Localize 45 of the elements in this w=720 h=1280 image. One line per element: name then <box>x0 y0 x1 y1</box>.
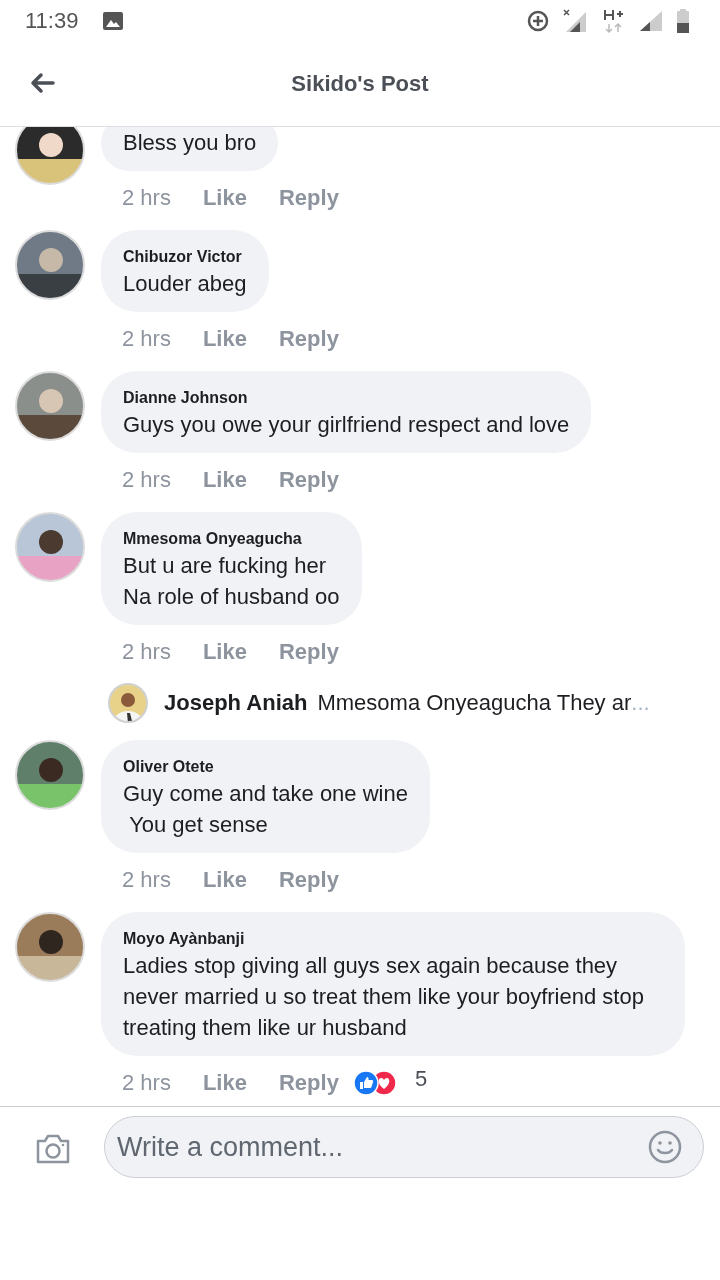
comment-time: 2 hrs <box>122 1070 171 1096</box>
reaction-icons[interactable] <box>352 1070 397 1096</box>
comment-text: Guys you owe your girlfriend respect and love <box>123 411 570 439</box>
data-saver-icon <box>526 9 550 33</box>
author-name[interactable]: Oliver Otete <box>123 756 408 778</box>
comment-time: 2 hrs <box>122 867 171 893</box>
comment-text: But u are fucking her Na role of husband oo <box>123 552 340 611</box>
back-arrow-icon[interactable] <box>29 72 55 94</box>
comment-time: 2 hrs <box>122 185 171 211</box>
like-link[interactable]: Like <box>202 1070 247 1096</box>
image-icon <box>102 11 125 31</box>
comment-text: Bless you bro <box>123 129 257 157</box>
author-name[interactable]: Dianne Johnson <box>123 387 570 409</box>
comment-text: Louder abeg <box>123 270 247 298</box>
author-name[interactable]: Chibuzor Victor <box>123 246 247 268</box>
like-link[interactable]: Like <box>202 639 247 665</box>
reaction-count: 5 <box>414 1066 428 1092</box>
comment-time: 2 hrs <box>122 467 171 493</box>
emoji-icon[interactable] <box>648 1130 682 1164</box>
reply-text[interactable]: Mmesoma Onyeagucha They ar <box>317 690 632 716</box>
comment-time: 2 hrs <box>122 326 171 352</box>
battery-icon <box>676 8 690 34</box>
reply-link[interactable]: Reply <box>278 185 339 211</box>
comment-text: Guy come and take one wine You get sense <box>123 780 408 839</box>
like-link[interactable]: Like <box>202 867 247 893</box>
reply-link[interactable]: Reply <box>278 867 339 893</box>
like-link[interactable]: Like <box>202 326 247 352</box>
comment-input[interactable]: Write a comment... <box>104 1116 704 1178</box>
camera-icon[interactable] <box>35 1133 71 1165</box>
like-link[interactable]: Like <box>202 185 247 211</box>
more-ellipsis[interactable]: ... <box>631 690 650 716</box>
like-link[interactable]: Like <box>202 467 247 493</box>
reply-link[interactable]: Reply <box>278 639 339 665</box>
network-type-icon <box>602 8 626 34</box>
reply-link[interactable]: Reply <box>278 1070 339 1096</box>
page-title: Sikido's Post <box>291 71 429 97</box>
author-name[interactable]: Mmesoma Onyeagucha <box>123 528 340 550</box>
author-name[interactable]: Moyo Ayànbanji <box>123 928 663 950</box>
signal-icon <box>638 9 664 33</box>
clock-time: 11:39 <box>25 8 79 34</box>
reply-link[interactable]: Reply <box>278 467 339 493</box>
reply-author[interactable]: Joseph Aniah <box>164 690 308 716</box>
comment-text: Ladies stop giving all guys sex again because they never married u so treat them like your boyfriend stop treating them like ur husband <box>123 952 645 1042</box>
reply-link[interactable]: Reply <box>278 326 339 352</box>
comment-time: 2 hrs <box>122 639 171 665</box>
